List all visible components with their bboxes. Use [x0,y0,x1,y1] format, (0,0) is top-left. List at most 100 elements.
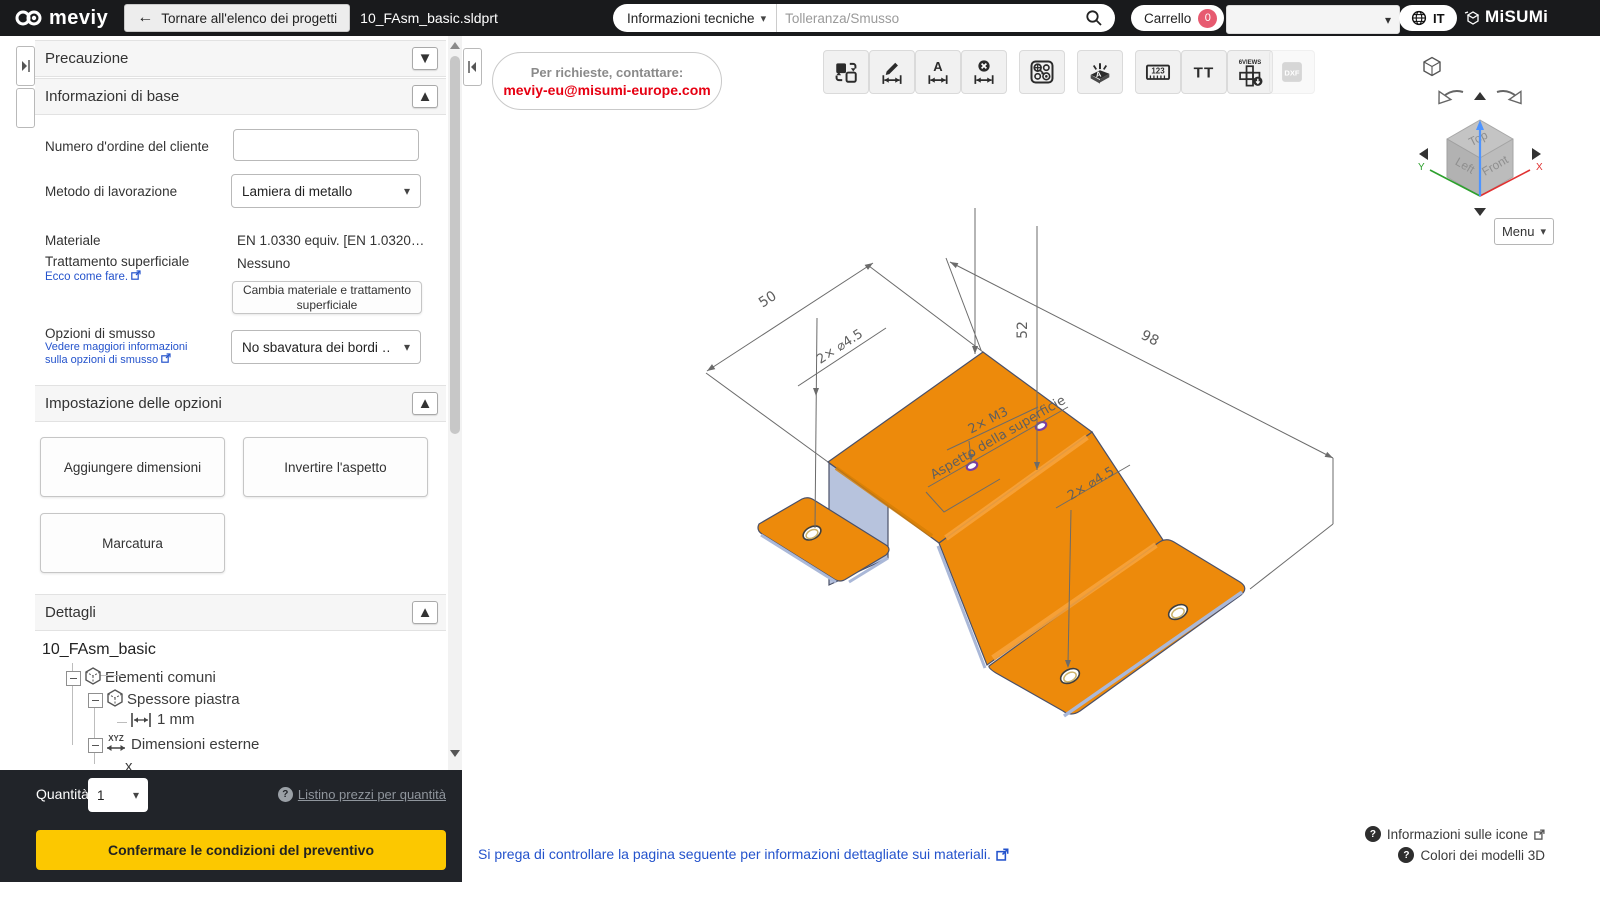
impostazione-toggle-button[interactable]: ▲ [412,392,438,415]
model-colors-link-text: Colori dei modelli 3D [1420,848,1545,863]
quantity-panel: Quantità 1 ▾ ? Listino prezzi per quanti… [0,770,462,882]
section-informazioni-di-base: Informazioni di base ▲ [35,78,446,115]
view-menu-button[interactable]: Menu ▾ [1494,218,1554,245]
file-name: 10_FAsm_basic.sldprt [360,10,498,26]
search-input[interactable] [777,11,1085,26]
six-views-button[interactable]: 6VIEWS [1227,50,1273,94]
icon-info-link-text: Informazioni sulle icone [1387,827,1528,842]
order-number-input[interactable] [233,129,419,161]
rotate-up-arrow[interactable] [1474,92,1486,100]
materials-info-link[interactable]: Si prega di controllare la pagina seguen… [478,846,1009,862]
top-bar: meviy ← Tornare all'elenco dei progetti … [0,0,1600,36]
hole-tool-icon [1028,58,1056,86]
quantity-select[interactable]: 1 ▾ [88,778,148,812]
rotate-down-arrow[interactable] [1474,208,1486,216]
contact-email[interactable]: meviy-eu@misumi-europe.com [503,82,710,98]
section-info-base-title: Informazioni di base [45,88,179,105]
tree-guide-line [94,702,95,764]
sidebar-secondary-handle[interactable] [16,88,35,128]
method-select[interactable]: Lamiera di metallo ▾ [231,174,421,208]
svg-text:XYZ: XYZ [108,734,124,743]
search-icon[interactable] [1085,9,1103,27]
chamfer-link-line2: sulla opzioni di smusso [45,354,158,366]
quantity-label: Quantità [36,786,89,802]
back-to-projects-button[interactable]: ← Tornare all'elenco dei progetti [124,4,350,32]
search-bar: Informazioni tecniche ▾ [613,4,1115,32]
sidebar-collapse-handle[interactable] [16,46,35,86]
rotate-right-icon[interactable] [1497,91,1523,105]
search-category-dropdown[interactable]: Informazioni tecniche ▾ [613,4,777,32]
meviy-infinity-icon [14,8,44,28]
dim-98-label: 98 [1138,327,1161,349]
tree-item-dimensioni-esterne[interactable]: Dimensioni esterne [131,736,259,753]
measure-ruler-icon: 123 [1144,58,1172,86]
tree-item-spessore-piastra[interactable]: Spessore piastra [127,691,240,708]
hole-tool-button[interactable] [1019,50,1065,94]
scrollbar-up-arrow[interactable] [450,42,460,49]
replace-part-button[interactable] [823,50,869,94]
scrollbar-down-arrow[interactable] [450,750,460,757]
delete-dimension-icon [971,59,997,85]
tree-item-thickness-value[interactable]: 1 mm [157,711,195,728]
canvas-collapse-handle[interactable] [463,48,482,86]
rotate-left-arrow[interactable] [1419,148,1428,160]
cart-button[interactable]: Carrello 0 [1131,5,1224,31]
order-number-label: Numero d'ordine del cliente [45,139,209,154]
add-dimensions-button[interactable]: Aggiungere dimensioni [40,437,225,497]
icon-info-link[interactable]: ? Informazioni sulle icone [1365,826,1545,842]
chamfer-info-link[interactable]: Vedere maggiori informazioni sulla opzio… [45,341,187,366]
chevron-down-icon: ▾ [1541,225,1547,238]
sidebar-scrollbar-thumb[interactable] [450,56,460,434]
external-link-icon [996,848,1009,861]
chevron-up-icon: ▲ [418,88,433,105]
price-list-link-text: Listino prezzi per quantità [298,787,446,802]
text-tool-button[interactable]: TT [1181,50,1227,94]
invert-aspect-button[interactable]: Invertire l'aspetto [243,437,428,497]
hole-label-left: 2× ⌀4.5 [814,327,866,368]
tree-collapse-box[interactable] [66,671,81,686]
measure-tool-button[interactable]: 123 [1135,50,1181,94]
method-select-value: Lamiera di metallo [242,184,352,199]
cart-label: Carrello [1144,11,1191,26]
chevron-up-icon: ▲ [418,604,433,621]
tree-collapse-box[interactable] [88,693,103,708]
misumi-logo[interactable]: MiSUMi [1464,7,1548,27]
language-button[interactable]: IT [1399,5,1457,31]
delete-dimension-button[interactable] [961,50,1007,94]
edit-dimension-button[interactable] [869,50,915,94]
chevron-down-icon: ▼ [418,50,433,67]
tree-item-elementi-comuni[interactable]: Elementi comuni [105,669,216,686]
external-link-icon [131,270,141,280]
contact-line1: Per richieste, contattare: [531,65,683,80]
chamfer-select[interactable]: No sbavatura dei bordi … ▾ [231,330,421,364]
tree-collapse-box[interactable] [88,738,103,753]
six-views-icon: 6VIEWS [1235,57,1265,87]
section-dettagli: Dettagli ▲ [35,594,446,631]
marking-button[interactable]: Marcatura [40,513,225,573]
model-viewport[interactable]: 50 98 52 2× ⌀4.5 2× M3 Aspetto della sup… [640,180,1360,780]
isometric-view-icon[interactable] [1424,58,1440,76]
text-tool-icon: TT [1190,58,1218,86]
question-icon: ? [1365,826,1381,842]
dim-50-label: 50 [756,288,780,311]
meviy-logo-text: meviy [49,7,108,30]
price-list-link[interactable]: ? Listino prezzi per quantità [278,787,446,802]
confirm-quote-button[interactable]: Confermare le condizioni del preventivo [36,830,446,870]
dettagli-toggle-button[interactable]: ▲ [412,601,438,624]
tree-root-label[interactable]: 10_FAsm_basic [42,641,156,659]
precauzione-toggle-button[interactable]: ▼ [412,47,438,70]
meviy-logo[interactable]: meviy [14,7,108,30]
rotate-left-icon[interactable] [1437,91,1463,105]
deburring-tool-button[interactable]: A [1077,50,1123,94]
project-select[interactable]: ▾ [1226,5,1400,34]
replace-part-icon [833,59,859,85]
rotate-right-arrow[interactable] [1532,148,1541,160]
chamfer-select-value: No sbavatura dei bordi … [242,340,392,355]
model-colors-link[interactable]: ? Colori dei modelli 3D [1398,847,1545,863]
dim-52-label: 52 [1015,321,1031,339]
dimension-text-button[interactable]: A [915,50,961,94]
surface-how-to-link[interactable]: Ecco come fare. [45,270,141,283]
quantity-value: 1 [97,788,105,803]
info-base-toggle-button[interactable]: ▲ [412,85,438,108]
change-material-button[interactable]: Cambia materiale e trattamento superfici… [232,281,422,314]
